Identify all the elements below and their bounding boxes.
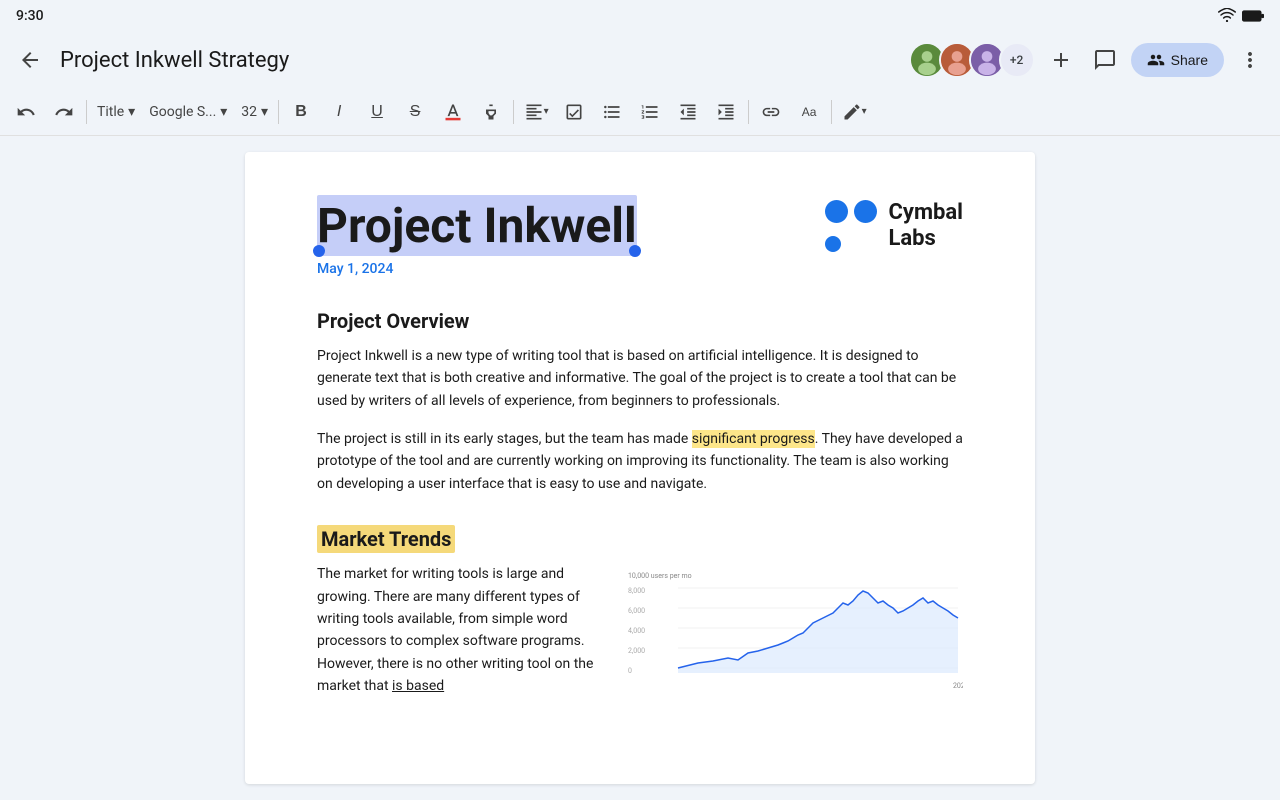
- share-label: Share: [1171, 52, 1208, 68]
- divider-4: [748, 100, 749, 124]
- status-icons: [1218, 7, 1264, 26]
- market-trends-section: Market Trends The market for writing too…: [317, 527, 963, 713]
- title-selection-wrapper: Project Inkwell: [317, 200, 637, 253]
- link-button[interactable]: [753, 94, 789, 130]
- market-paragraph-1: The market for writing tools is large an…: [317, 563, 599, 697]
- doc-area: Project Inkwell May 1, 2024 Cymbal Labs: [0, 136, 1280, 800]
- add-button[interactable]: [1043, 42, 1079, 78]
- pen-button[interactable]: ▾: [836, 94, 872, 130]
- underlined-text: is based: [392, 678, 444, 694]
- back-button[interactable]: [12, 42, 48, 78]
- bold-button[interactable]: B: [283, 94, 319, 130]
- section-heading-market: Market Trends: [317, 527, 963, 551]
- style-label: Title: [97, 104, 124, 120]
- cymbal-dot-tl: [825, 200, 848, 223]
- svg-text:2024: 2024: [953, 682, 963, 690]
- divider-5: [831, 100, 832, 124]
- doc-date: May 1, 2024: [317, 261, 637, 277]
- more-button[interactable]: [1232, 42, 1268, 78]
- checklist-button[interactable]: [556, 94, 592, 130]
- market-chart: 10,000 users per mo 8,000 6,000 4,000 2,…: [623, 563, 963, 718]
- market-text: The market for writing tools is large an…: [317, 563, 599, 713]
- font-color-button[interactable]: [435, 94, 471, 130]
- cymbal-dots: [825, 200, 877, 252]
- indent-more-button[interactable]: [708, 94, 744, 130]
- svg-text:10,000 users per mo: 10,000 users per mo: [628, 572, 692, 580]
- fontsize-chevron-icon: ▾: [261, 104, 268, 120]
- svg-text:4,000: 4,000: [628, 627, 645, 635]
- format-button[interactable]: Aa: [791, 94, 827, 130]
- selected-title-text: Project Inkwell: [317, 195, 637, 256]
- svg-text:8,000: 8,000: [628, 587, 645, 595]
- fontsize-label: 32: [241, 104, 257, 120]
- avatar-plus[interactable]: +2: [999, 42, 1035, 78]
- cymbal-logo: Cymbal Labs: [825, 200, 964, 253]
- svg-text:2,000: 2,000: [628, 647, 645, 655]
- strikethrough-button[interactable]: S: [397, 94, 433, 130]
- title-area: Project Inkwell May 1, 2024: [317, 200, 637, 277]
- cymbal-dot-bl: [825, 236, 841, 252]
- market-heading-highlight: Market Trends: [317, 525, 455, 553]
- svg-text:0: 0: [628, 667, 632, 675]
- status-bar: 9:30: [0, 0, 1280, 32]
- nav-right: +2 Share: [909, 42, 1268, 78]
- align-button[interactable]: ▾: [518, 94, 554, 130]
- top-nav: Project Inkwell Strategy: [0, 32, 1280, 88]
- highlight-button[interactable]: [473, 94, 509, 130]
- cymbal-text: Cymbal Labs: [889, 200, 964, 253]
- doc-page: Project Inkwell May 1, 2024 Cymbal Labs: [245, 152, 1035, 784]
- toolbar: Title ▾ Google S... ▾ 32 ▾ B I U S ▾ Aa: [0, 88, 1280, 136]
- redo-button[interactable]: [46, 94, 82, 130]
- font-label: Google S...: [149, 104, 216, 120]
- divider-3: [513, 100, 514, 124]
- chart-area: 10,000 users per mo 8,000 6,000 4,000 2,…: [623, 563, 963, 713]
- doc-title: Project Inkwell Strategy: [60, 48, 897, 73]
- bullet-list-button[interactable]: [594, 94, 630, 130]
- status-time: 9:30: [16, 8, 44, 24]
- cymbal-dot-tr: [854, 200, 877, 223]
- svg-text:6,000: 6,000: [628, 607, 645, 615]
- overview-paragraph-2: The project is still in its early stages…: [317, 428, 963, 495]
- doc-main-title[interactable]: Project Inkwell: [317, 200, 637, 253]
- highlighted-phrase: significant progress: [692, 430, 815, 448]
- undo-button[interactable]: [8, 94, 44, 130]
- section-heading-overview: Project Overview: [317, 309, 963, 333]
- italic-button[interactable]: I: [321, 94, 357, 130]
- avatar-group: +2: [909, 42, 1035, 78]
- fontsize-selector[interactable]: 32 ▾: [235, 96, 274, 128]
- style-chevron-icon: ▾: [128, 104, 135, 120]
- numbered-list-button[interactable]: [632, 94, 668, 130]
- selection-handle-left: [313, 245, 325, 257]
- share-button[interactable]: Share: [1131, 43, 1224, 77]
- selection-handle-right: [629, 245, 641, 257]
- indent-less-button[interactable]: [670, 94, 706, 130]
- font-selector[interactable]: Google S... ▾: [143, 96, 233, 128]
- divider-2: [278, 100, 279, 124]
- overview-paragraph-1: Project Inkwell is a new type of writing…: [317, 345, 963, 412]
- battery-icon: [1242, 7, 1264, 26]
- underline-button[interactable]: U: [359, 94, 395, 130]
- project-overview-section: Project Overview Project Inkwell is a ne…: [317, 309, 963, 495]
- wifi-icon: [1218, 7, 1236, 26]
- style-selector[interactable]: Title ▾: [91, 96, 141, 128]
- comment-button[interactable]: [1087, 42, 1123, 78]
- doc-header-row: Project Inkwell May 1, 2024 Cymbal Labs: [317, 200, 963, 277]
- divider-1: [86, 100, 87, 124]
- market-section: The market for writing tools is large an…: [317, 563, 963, 713]
- font-chevron-icon: ▾: [220, 104, 227, 120]
